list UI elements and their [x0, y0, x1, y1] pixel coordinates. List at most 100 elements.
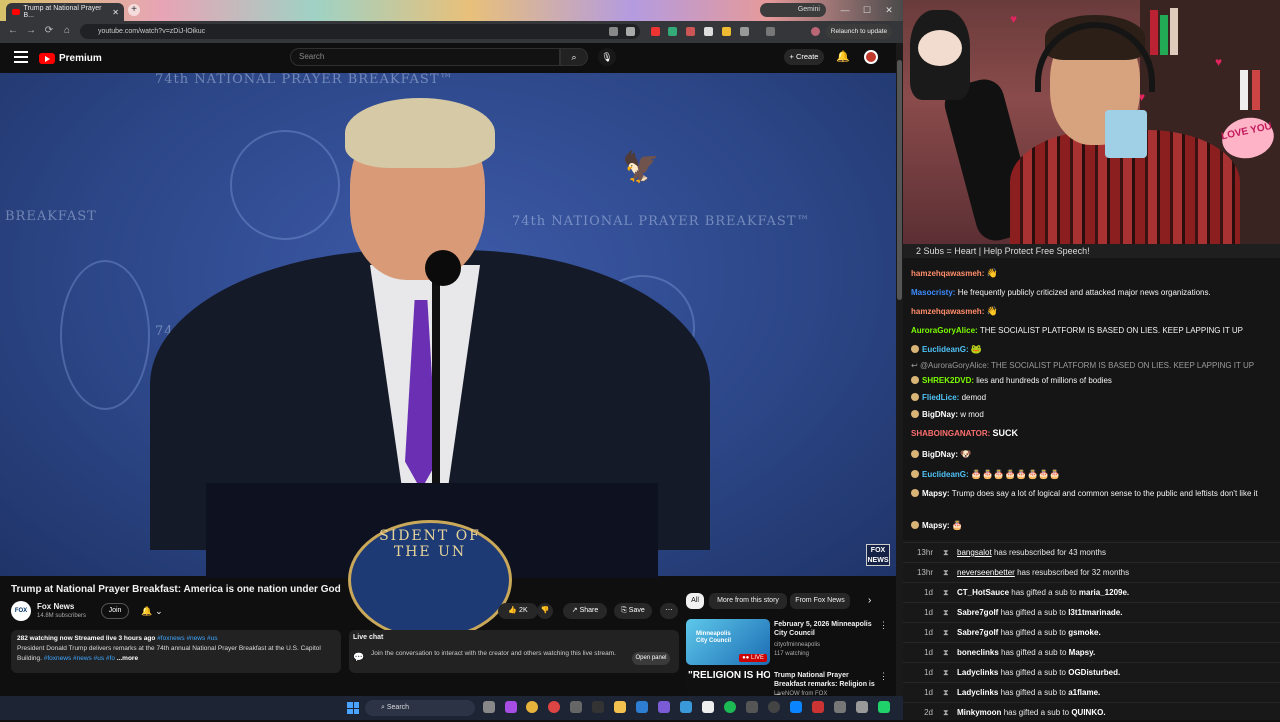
event-target-user[interactable]: l3t1tmarinade. [1068, 608, 1122, 617]
chat-username[interactable]: EuclideanG: [922, 345, 969, 354]
reload-icon[interactable]: ⟳ [42, 24, 56, 38]
chip-more-from-story[interactable]: More from this story [709, 593, 787, 609]
chat-username[interactable]: BigDNay: [922, 410, 958, 419]
notification-bell-dropdown[interactable]: 🔔 ⌄ [138, 603, 166, 619]
close-window-icon[interactable]: ✕ [879, 2, 899, 18]
url-field[interactable]: youtube.com/watch?v=zDiJ-lOikuc [80, 24, 640, 39]
account-avatar[interactable] [864, 50, 878, 64]
event-username[interactable]: bangsalot [957, 548, 992, 557]
like-button[interactable]: 👍 2K [498, 603, 538, 619]
event-target-user[interactable]: gsmoke. [1068, 628, 1100, 637]
related-thumbnail[interactable]: "RELIGION IS HOT" [686, 669, 770, 695]
related-more-icon[interactable]: ⋮ [879, 620, 888, 631]
notifications-bell-icon[interactable]: 🔔 [836, 50, 850, 64]
sidebar-icon[interactable] [766, 27, 775, 36]
chat-username[interactable]: Mapsy: [922, 489, 950, 498]
taskbar-app-icon[interactable] [592, 701, 604, 713]
event-target-user[interactable]: Mapsy. [1069, 648, 1096, 657]
event-username[interactable]: Minkymoon [957, 708, 1001, 717]
taskbar-app-icon[interactable] [878, 701, 890, 713]
event-target-user[interactable]: a1flame. [1068, 688, 1100, 697]
windows-start-icon[interactable] [347, 702, 359, 714]
taskbar-app-icon[interactable] [636, 701, 648, 713]
channel-avatar[interactable]: FOX [11, 601, 31, 621]
chat-username[interactable]: FliedLice: [922, 393, 959, 402]
home-icon[interactable]: ⌂ [60, 24, 74, 38]
minimize-icon[interactable]: — [835, 2, 855, 18]
taskbar-search[interactable]: ⌕ Search [365, 700, 475, 716]
relaunch-button[interactable]: Relaunch to update [826, 24, 892, 39]
back-icon[interactable]: ← [6, 24, 20, 38]
taskbar-app-icon[interactable] [548, 701, 560, 713]
browser-tab-active[interactable]: Trump at National Prayer B... ✕ [6, 3, 124, 21]
related-more-icon[interactable]: ⋮ [879, 671, 888, 682]
extensions-puzzle-icon[interactable] [740, 27, 749, 36]
description-tags[interactable]: #foxnews #news #us [157, 635, 217, 642]
description-more-link[interactable]: ...more [117, 655, 138, 662]
related-thumbnail[interactable]: Minneapolis City Council ●● LIVE [686, 619, 770, 665]
open-panel-button[interactable]: Open panel [632, 652, 670, 665]
chat-username[interactable]: Masocristy: [911, 288, 955, 297]
event-username[interactable]: CT_HotSauce [957, 588, 1009, 597]
taskbar-app-icon[interactable] [505, 701, 517, 713]
forward-icon[interactable]: → [24, 24, 38, 38]
taskbar-app-icon[interactable] [790, 701, 802, 713]
chat-username[interactable]: AuroraGoryAlice: [911, 326, 978, 335]
profile-avatar-icon[interactable] [811, 27, 820, 36]
file-explorer-icon[interactable] [614, 701, 626, 713]
related-video-title[interactable]: February 5, 2026 Minneapolis City Counci… [774, 620, 878, 638]
youtube-logo[interactable]: Premium [39, 51, 102, 65]
bookmark-star-icon[interactable] [626, 27, 635, 36]
extension-icon[interactable] [651, 27, 660, 36]
install-icon[interactable] [609, 27, 618, 36]
event-username[interactable]: Ladyclinks [957, 668, 998, 677]
taskbar-app-icon[interactable] [768, 701, 780, 713]
chat-username[interactable]: EuclideanG: [922, 470, 969, 479]
discord-icon[interactable] [658, 701, 670, 713]
extension-icon[interactable] [668, 27, 677, 36]
taskbar-app-icon[interactable] [812, 701, 824, 713]
save-button[interactable]: ⎘ Save [614, 603, 652, 619]
chat-username[interactable]: SHREK2DVD: [922, 376, 974, 385]
chip-all[interactable]: All [686, 593, 704, 609]
taskbar-app-icon[interactable] [570, 701, 582, 713]
event-username[interactable]: Sabre7golf [957, 608, 998, 617]
chat-username[interactable]: hamzehqawasmeh: [911, 307, 984, 316]
description-tags[interactable]: #foxnews #news #us #fo [44, 655, 115, 662]
notion-icon[interactable] [746, 701, 758, 713]
video-description[interactable]: 282 watching now Streamed live 3 hours a… [11, 630, 341, 673]
channel-name[interactable]: Fox News [37, 602, 74, 611]
event-username[interactable]: Ladyclinks [957, 688, 998, 697]
create-button[interactable]: + Create [784, 49, 824, 65]
gemini-button[interactable]: Gemini [760, 3, 826, 17]
taskbar-app-icon[interactable] [856, 701, 868, 713]
event-username[interactable]: boneclinks [957, 648, 999, 657]
more-actions-icon[interactable]: ⋯ [660, 603, 678, 619]
chip-from-fox-news[interactable]: From Fox News [790, 593, 850, 609]
chat-username[interactable]: Mapsy: [922, 521, 950, 530]
chrome-icon[interactable] [526, 701, 538, 713]
maximize-icon[interactable]: ☐ [857, 2, 877, 18]
dislike-icon[interactable]: 👎 [537, 603, 553, 619]
taskbar-app-icon[interactable] [680, 701, 692, 713]
task-view-icon[interactable] [483, 701, 495, 713]
join-button[interactable]: Join [101, 603, 129, 619]
chat-username[interactable]: BigDNay: [922, 450, 958, 459]
event-username[interactable]: neverseenbetter [957, 568, 1015, 577]
event-username[interactable]: Sabre7golf [957, 628, 998, 637]
obs-icon[interactable] [702, 701, 714, 713]
new-tab-button[interactable]: + [128, 4, 140, 16]
extension-icon[interactable] [686, 27, 695, 36]
event-target-user[interactable]: QUINKO. [1071, 708, 1105, 717]
event-target-user[interactable]: maria_1209e. [1079, 588, 1129, 597]
chat-username[interactable]: hamzehqawasmeh: [911, 269, 984, 278]
menu-icon[interactable] [14, 51, 28, 63]
close-tab-icon[interactable]: ✕ [112, 8, 119, 17]
share-button[interactable]: ↗ Share [563, 603, 607, 619]
search-input[interactable]: Search [290, 48, 560, 66]
chips-next-arrow-icon[interactable]: › [868, 595, 871, 606]
extension-icon[interactable] [722, 27, 731, 36]
chat-username[interactable]: SHABOINGANATOR: [911, 429, 990, 438]
event-target-user[interactable]: OGDisturbed. [1068, 668, 1120, 677]
taskbar-app-icon[interactable] [834, 701, 846, 713]
